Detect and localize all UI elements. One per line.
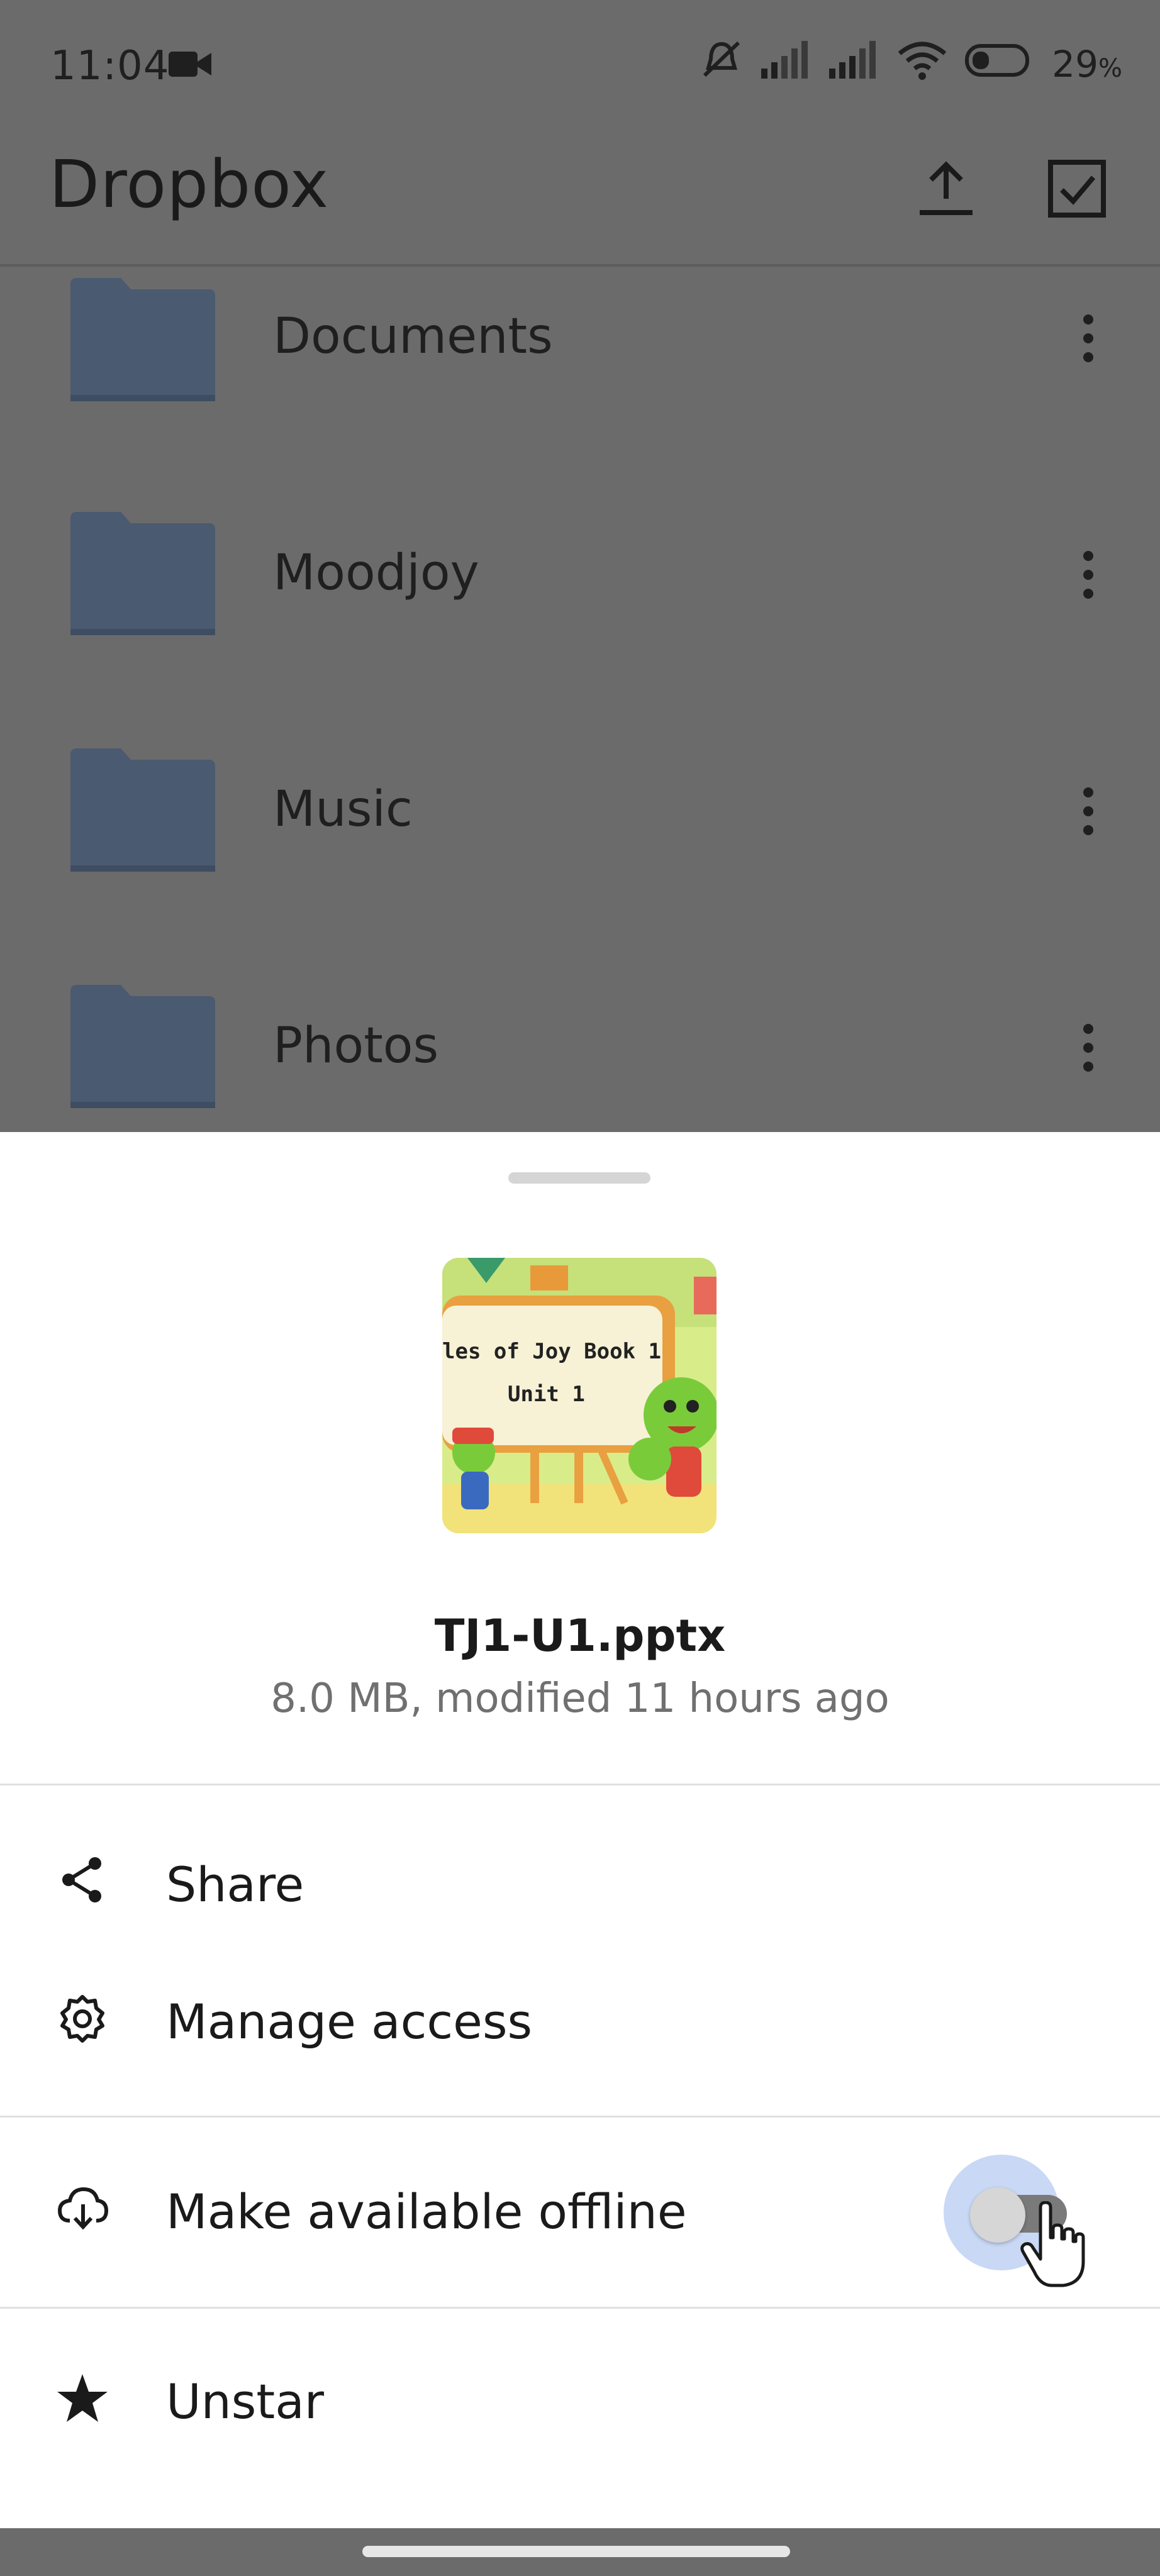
folder-row-music[interactable]: Music <box>0 742 1160 979</box>
folder-icon <box>70 748 215 872</box>
manage-access-action[interactable]: Manage access <box>0 1966 1160 2092</box>
folder-name: Photos <box>273 1018 439 1074</box>
folder-icon <box>70 985 215 1108</box>
share-label: Share <box>166 1857 304 1913</box>
status-time: 11:04 <box>50 43 170 89</box>
cloud-download-icon <box>54 2180 111 2236</box>
thumbnail-title: les of Joy Book 1 <box>442 1339 661 1364</box>
more-options-icon[interactable] <box>1069 537 1107 613</box>
divider <box>0 2307 1160 2309</box>
battery-icon <box>965 43 1034 86</box>
manage-access-label: Manage access <box>166 1994 533 2050</box>
unstar-label: Unstar <box>166 2373 325 2429</box>
folder-name: Music <box>273 781 413 838</box>
folder-row-documents[interactable]: Documents <box>0 269 1160 506</box>
hand-cursor-icon <box>1019 2201 1088 2289</box>
file-name: TJ1-U1.pptx <box>434 1610 726 1662</box>
gear-icon <box>54 1990 111 2046</box>
folder-icon <box>70 278 215 401</box>
folder-row-moodjoy[interactable]: Moodjoy <box>0 506 1160 742</box>
divider <box>0 2116 1160 2118</box>
file-thumbnail: les of Joy Book 1 Unit 1 <box>442 1258 717 1533</box>
folder-row-photos[interactable]: Photos <box>0 979 1160 1132</box>
star-icon <box>54 2370 111 2426</box>
upload-icon[interactable] <box>908 151 984 226</box>
checkbox-icon[interactable] <box>1039 151 1115 226</box>
offline-toggle-knob[interactable] <box>970 2187 1025 2243</box>
folder-name: Moodjoy <box>273 545 479 601</box>
thumbnail-subtitle: Unit 1 <box>508 1382 585 1407</box>
share-action[interactable]: Share <box>0 1823 1160 1948</box>
mute-icon <box>700 38 744 91</box>
folder-icon <box>70 512 215 635</box>
more-options-icon[interactable] <box>1069 301 1107 376</box>
battery-level: 29% <box>1052 43 1122 86</box>
more-options-icon[interactable] <box>1069 774 1107 849</box>
more-options-icon[interactable] <box>1069 1010 1107 1085</box>
wifi-icon <box>897 40 947 89</box>
divider <box>0 1784 1160 1785</box>
home-gesture-bar[interactable] <box>362 2546 790 2557</box>
share-icon <box>54 1852 111 1908</box>
video-camera-icon <box>169 49 211 79</box>
offline-label: Make available offline <box>166 2184 687 2240</box>
file-meta: 8.0 MB, modified 11 hours ago <box>270 1675 890 1722</box>
signal-icon <box>829 41 879 87</box>
unstar-action[interactable]: Unstar <box>0 2346 1160 2472</box>
status-bar: 11:04 29% <box>0 0 1160 132</box>
app-title: Dropbox <box>49 146 330 223</box>
sheet-drag-handle[interactable] <box>508 1172 650 1184</box>
status-icons: 29% <box>700 39 1122 89</box>
folder-name: Documents <box>273 308 553 365</box>
signal-icon <box>761 41 811 87</box>
